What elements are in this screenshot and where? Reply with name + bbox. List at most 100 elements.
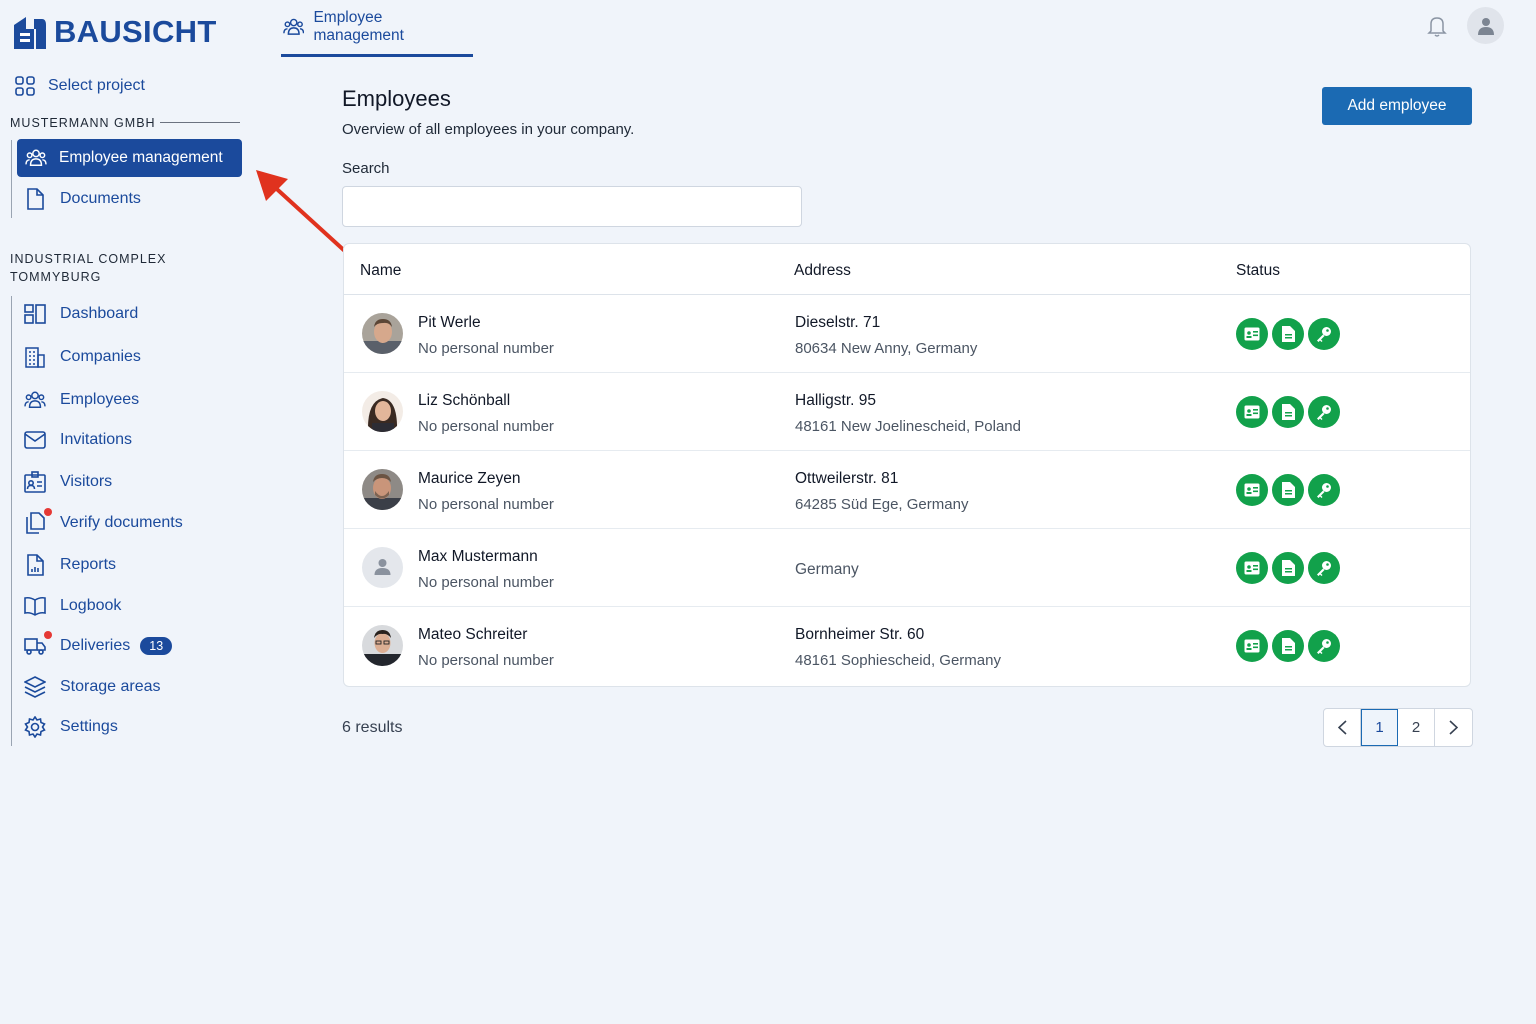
- document-status-icon[interactable]: [1272, 396, 1304, 428]
- table-row[interactable]: Pit Werle No personal number Dieselstr. …: [344, 295, 1470, 373]
- search-input[interactable]: [342, 186, 802, 227]
- address-city: 64285 Süd Ege, Germany: [795, 496, 969, 513]
- previous-page-button[interactable]: [1324, 709, 1361, 746]
- table-row[interactable]: Max Mustermann No personal number German…: [344, 529, 1470, 607]
- notification-dot: [44, 631, 52, 639]
- brand-logo[interactable]: BAUSICHT: [12, 14, 217, 50]
- company-section-label: MUSTERMANN GMBH: [10, 116, 156, 130]
- sidebar-item-employee-management[interactable]: Employee management: [17, 139, 242, 177]
- id-card-status-icon[interactable]: [1236, 552, 1268, 584]
- personal-number: No personal number: [418, 340, 554, 357]
- chevron-right-icon: [1449, 720, 1458, 735]
- table-header: Name Address Status: [344, 244, 1470, 295]
- sidebar-item-label: Companies: [60, 348, 141, 365]
- column-header-name[interactable]: Name: [360, 262, 401, 280]
- id-card-status-icon[interactable]: [1236, 396, 1268, 428]
- id-card-status-icon[interactable]: [1236, 318, 1268, 350]
- avatar: [362, 313, 403, 354]
- employee-name: Pit Werle: [418, 314, 481, 331]
- section-divider: [160, 122, 240, 123]
- address-city: 48161 Sophiescheid, Germany: [795, 652, 1001, 669]
- address-city: Germany: [795, 561, 859, 578]
- user-avatar[interactable]: [1467, 7, 1504, 44]
- search-label: Search: [342, 160, 390, 177]
- sidebar-item-label: Employee management: [59, 149, 223, 166]
- key-status-icon[interactable]: [1308, 552, 1340, 584]
- sidebar-item-label: Storage areas: [60, 678, 161, 695]
- tab-label: Employee management: [313, 9, 404, 44]
- select-project-button[interactable]: Select project: [15, 76, 145, 96]
- users-icon: [24, 391, 46, 408]
- sidebar-item-deliveries[interactable]: Deliveries 13: [24, 631, 173, 660]
- sidebar-item-label: Employees: [60, 391, 140, 408]
- document-status-icon[interactable]: [1272, 630, 1304, 662]
- sidebar-item-invitations[interactable]: Invitations: [24, 426, 132, 454]
- page-button-2[interactable]: 2: [1398, 709, 1435, 746]
- sidebar-item-reports[interactable]: Reports: [24, 551, 116, 579]
- select-project-label: Select project: [48, 77, 145, 94]
- brand-name: BAUSICHT: [54, 14, 217, 49]
- address-street: Dieselstr. 71: [795, 314, 881, 331]
- users-icon: [25, 149, 47, 166]
- employees-table: Name Address Status Pit Werle No persona…: [343, 243, 1471, 687]
- dashboard-icon: [24, 304, 46, 324]
- page-subtitle: Overview of all employees in your compan…: [342, 121, 635, 138]
- project-section-label: INDUSTRIAL COMPLEX TOMMYBURG: [10, 252, 167, 284]
- id-card-icon: [24, 471, 46, 493]
- column-header-status[interactable]: Status: [1236, 262, 1280, 280]
- address-city: 48161 New Joelinescheid, Poland: [795, 418, 1021, 435]
- address-city: 80634 New Anny, Germany: [795, 340, 978, 357]
- sidebar-item-label: Dashboard: [60, 305, 139, 322]
- tab-employee-management[interactable]: Employee management: [281, 0, 473, 57]
- status-icons: [1236, 630, 1340, 662]
- add-employee-button[interactable]: Add employee: [1322, 87, 1472, 125]
- report-icon: [27, 554, 44, 576]
- sidebar-item-employees[interactable]: Employees: [24, 386, 139, 414]
- employee-name: Liz Schönball: [418, 392, 511, 409]
- column-header-address[interactable]: Address: [794, 262, 851, 280]
- document-status-icon[interactable]: [1272, 318, 1304, 350]
- sidebar-item-dashboard[interactable]: Dashboard: [24, 300, 138, 328]
- documents-icon: [26, 512, 45, 534]
- book-icon: [24, 596, 46, 616]
- grid-icon: [15, 76, 35, 96]
- logo-icon: [14, 17, 46, 49]
- sidebar-item-companies[interactable]: Companies: [24, 343, 141, 371]
- table-row[interactable]: Liz Schönball No personal number Halligs…: [344, 373, 1470, 451]
- bell-icon[interactable]: [1427, 15, 1447, 37]
- id-card-status-icon[interactable]: [1236, 630, 1268, 662]
- sidebar-item-label: Invitations: [60, 431, 133, 448]
- avatar: [362, 625, 403, 666]
- sidebar-item-label: Verify documents: [60, 514, 183, 531]
- sidebar-item-logbook[interactable]: Logbook: [24, 592, 121, 620]
- sidebar-item-documents[interactable]: Documents: [24, 185, 141, 213]
- key-status-icon[interactable]: [1308, 318, 1340, 350]
- avatar: [362, 469, 403, 510]
- key-status-icon[interactable]: [1308, 630, 1340, 662]
- document-status-icon[interactable]: [1272, 552, 1304, 584]
- status-icons: [1236, 474, 1340, 506]
- key-status-icon[interactable]: [1308, 396, 1340, 428]
- layers-icon: [24, 676, 46, 698]
- address-street: Ottweilerstr. 81: [795, 470, 899, 487]
- page-title: Employees: [342, 86, 451, 111]
- key-status-icon[interactable]: [1308, 474, 1340, 506]
- truck-icon: [24, 638, 46, 655]
- page-button-1[interactable]: 1: [1361, 709, 1398, 746]
- sidebar-item-visitors[interactable]: Visitors: [24, 468, 112, 496]
- annotation-arrow: [256, 170, 349, 255]
- document-status-icon[interactable]: [1272, 474, 1304, 506]
- status-icons: [1236, 318, 1340, 350]
- id-card-status-icon[interactable]: [1236, 474, 1268, 506]
- sidebar-item-settings[interactable]: Settings: [24, 713, 118, 741]
- sidebar-item-verify-documents[interactable]: Verify documents: [24, 508, 183, 537]
- personal-number: No personal number: [418, 652, 554, 669]
- table-row[interactable]: Mateo Schreiter No personal number Bornh…: [344, 607, 1470, 685]
- employee-name: Mateo Schreiter: [418, 626, 528, 643]
- next-page-button[interactable]: [1435, 709, 1472, 746]
- personal-number: No personal number: [418, 496, 554, 513]
- document-icon: [27, 188, 44, 210]
- sidebar-item-storage-areas[interactable]: Storage areas: [24, 673, 161, 701]
- users-icon: [283, 18, 305, 35]
- table-row[interactable]: Maurice Zeyen No personal number Ottweil…: [344, 451, 1470, 529]
